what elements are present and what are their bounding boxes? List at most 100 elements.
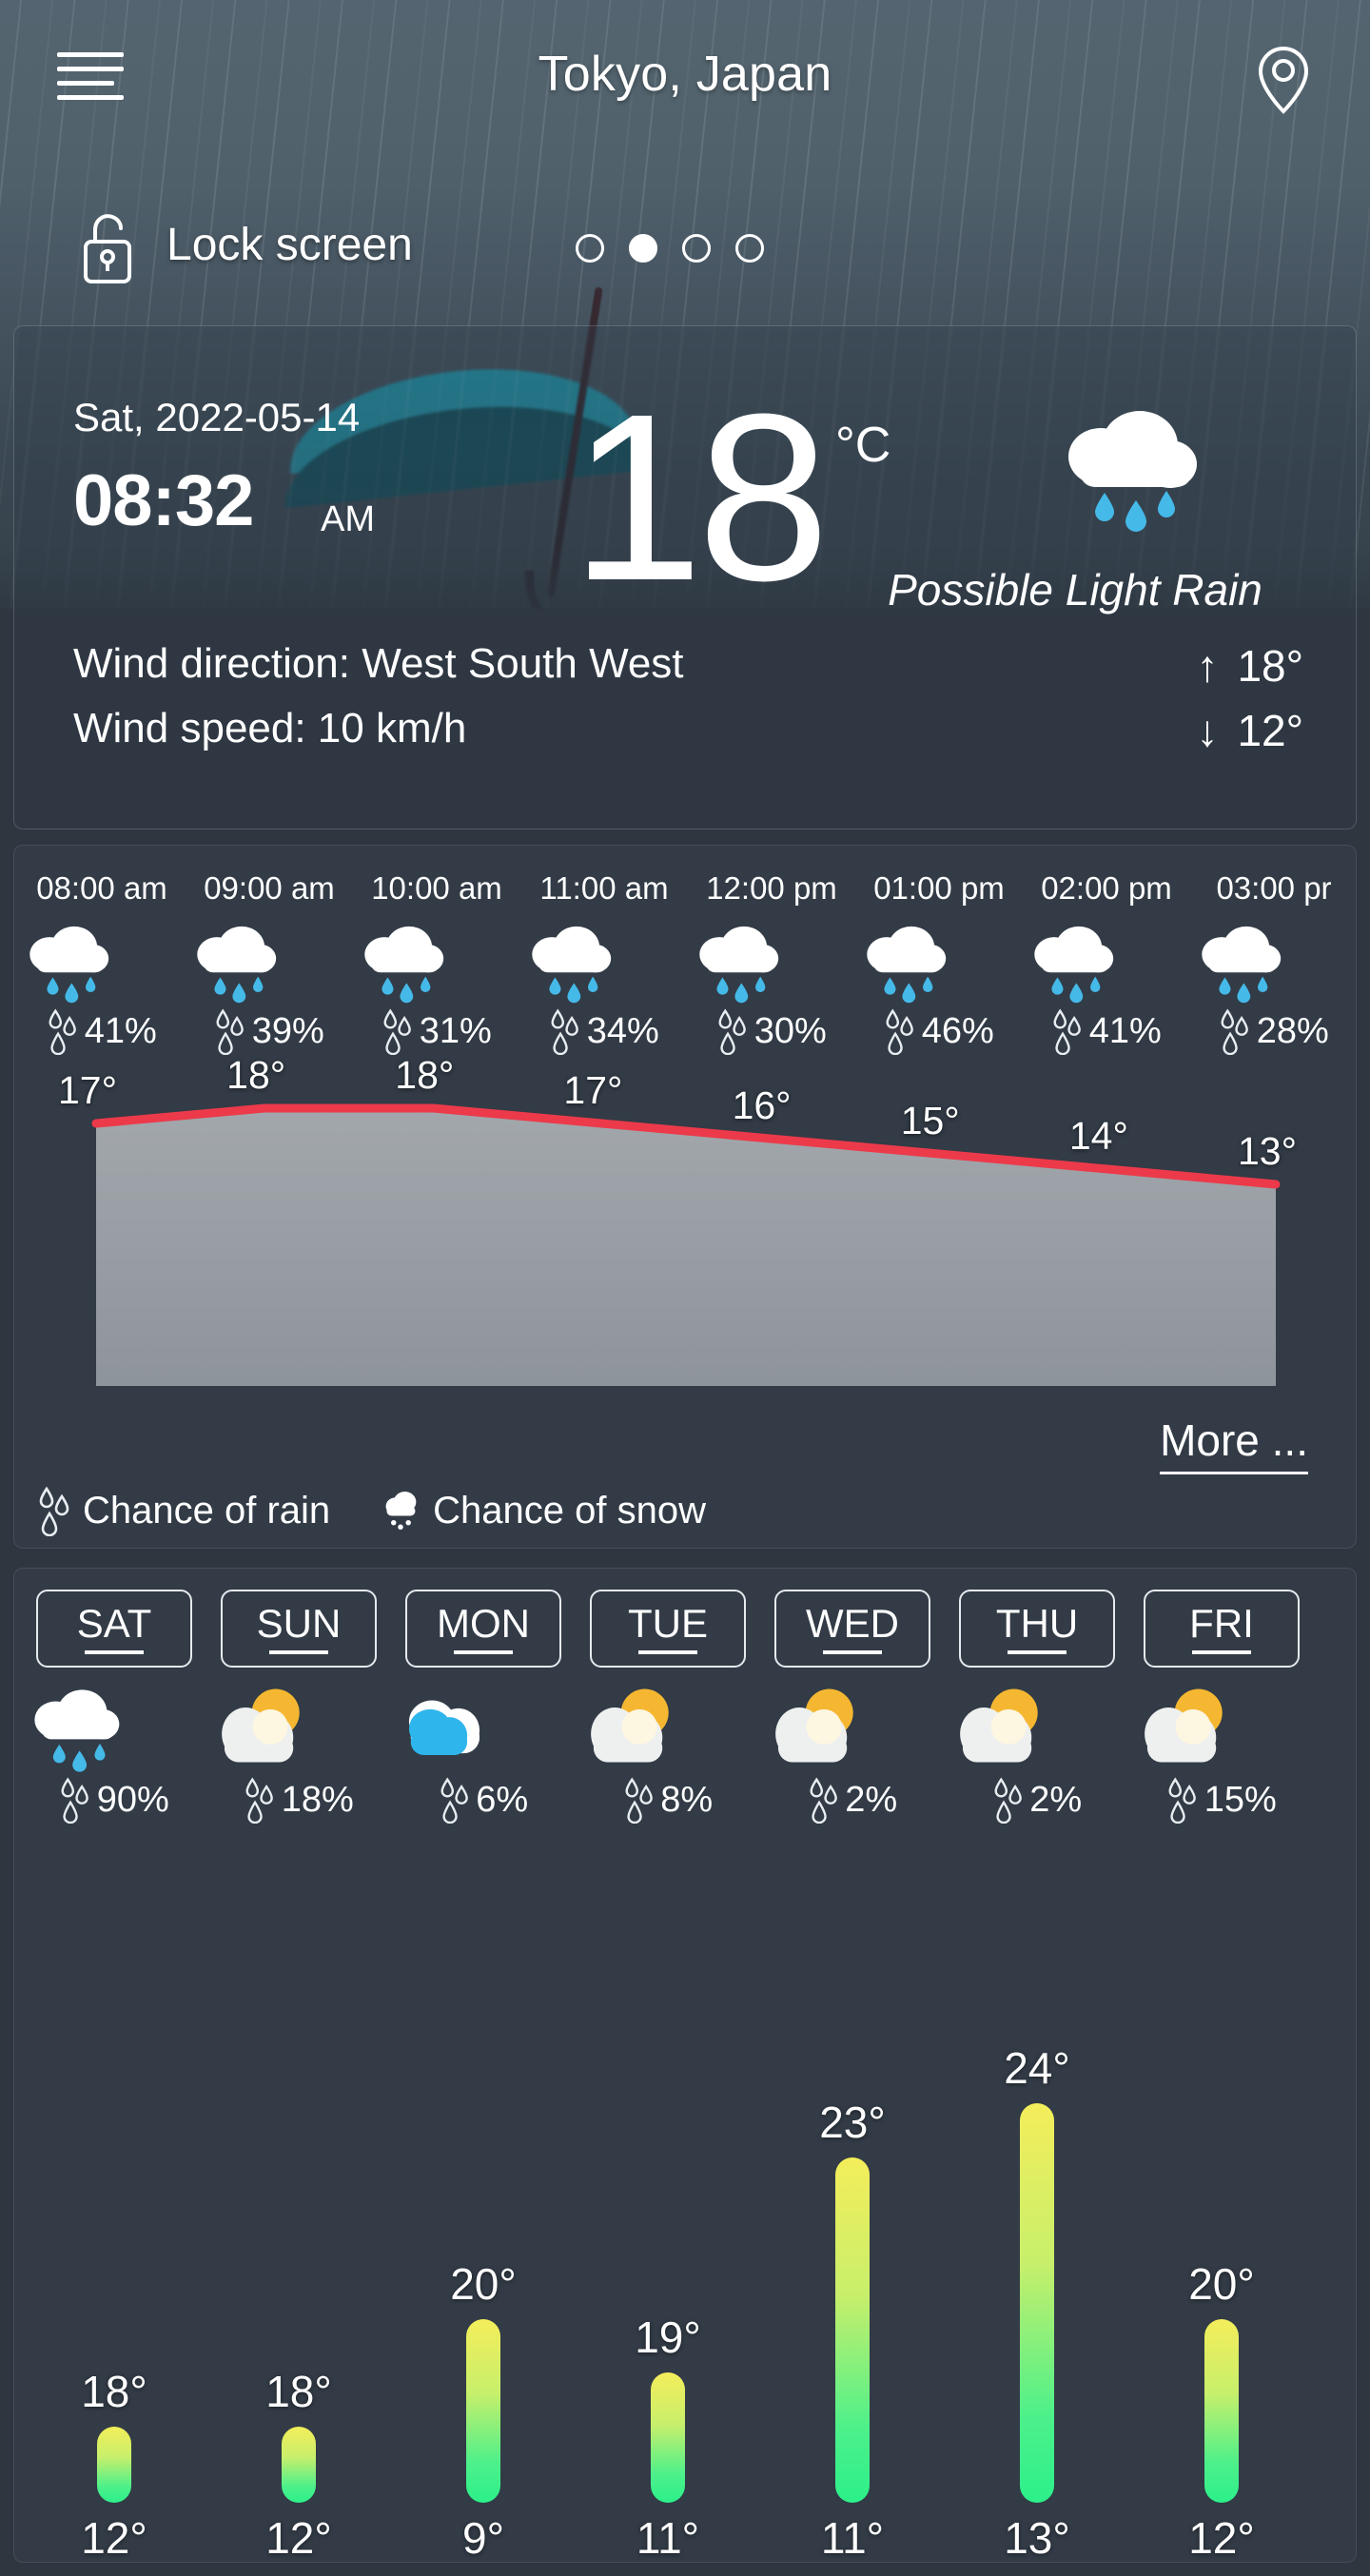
day-tab-label: TUE <box>628 1600 708 1646</box>
hourly-item[interactable]: 12:00 pm 30% <box>688 846 855 1055</box>
hourly-chance-of-rain: 30% <box>688 1007 855 1055</box>
unlocked-padlock-icon[interactable] <box>76 209 139 285</box>
hourly-item[interactable]: 11:00 am 34% <box>520 846 688 1055</box>
daily-low-label: 12° <box>81 2513 147 2563</box>
daily-pop-value: 2% <box>845 1779 898 1820</box>
daily-forecast-card[interactable]: SAT 90% SUN 18% MON 6% TUE 8% WED 2% THU 2% FRI 15% 1… <box>13 1568 1357 2563</box>
raindrops-icon <box>1166 1776 1197 1824</box>
daily-bar-rod <box>1204 2319 1239 2503</box>
daily-bar-rod <box>97 2427 131 2503</box>
day-tab-underline <box>823 1649 882 1654</box>
daily-temperature-bars: 18° 12° 18° 12° 20° 9° 19° 11° 23° 11° 24° 13° 20° 12… <box>14 1879 1356 2563</box>
wind-direction-text: Wind direction: West South West <box>73 640 684 687</box>
current-conditions-card[interactable]: Sat, 2022-05-14 08:32 AM 18 °C Possible … <box>13 325 1357 829</box>
daily-chance-of-rain: 2% <box>760 1776 945 1824</box>
daily-chance-of-rain: 90% <box>22 1776 206 1824</box>
day-tab-label: MON <box>437 1600 530 1646</box>
day-tab-tue[interactable]: TUE <box>590 1590 746 1668</box>
day-tab-label: FRI <box>1189 1600 1254 1646</box>
high-temperature: ↑ 18° <box>1196 640 1303 692</box>
page-dot-1[interactable] <box>576 234 604 263</box>
cloud-rain-icon <box>1023 920 1190 1004</box>
hourly-item[interactable]: 10:00 am 31% <box>353 846 520 1055</box>
daily-bar: 20° 12° <box>1129 2258 1314 2562</box>
daily-high-label: 23° <box>819 2098 886 2147</box>
daily-chance-of-rain: 15% <box>1129 1776 1314 1824</box>
cloud-rain-icon <box>1042 398 1213 540</box>
current-ampm: AM <box>321 499 375 539</box>
daily-bar-rod <box>835 2157 870 2503</box>
daily-low-label: 13° <box>1004 2513 1070 2563</box>
daily-bar-rod <box>651 2372 685 2503</box>
more-link[interactable]: More ... <box>1160 1415 1308 1474</box>
cloud-rain-icon <box>688 920 855 1004</box>
daily-low-label: 11° <box>636 2513 700 2563</box>
cloud-rain-icon <box>22 1683 206 1774</box>
daily-bar: 19° 11° <box>576 2312 760 2563</box>
hourly-item[interactable]: 01:00 pm 46% <box>855 846 1023 1055</box>
raindrops-icon <box>623 1776 654 1824</box>
hourly-item[interactable]: 09:00 am 39% <box>186 846 353 1055</box>
top-bar: Tokyo, Japan <box>0 0 1370 114</box>
daily-high-label: 18° <box>265 2367 332 2416</box>
hourly-item[interactable]: 02:00 pm 41% <box>1023 846 1190 1055</box>
day-tab-underline <box>638 1649 697 1654</box>
daily-item: WED 2% <box>760 1569 945 1824</box>
raindrops-icon <box>244 1776 274 1824</box>
daily-high-label: 18° <box>81 2367 147 2416</box>
cloud-rain-icon <box>186 920 353 1004</box>
hourly-temp-label: 15° <box>900 1099 960 1142</box>
page-dot-4[interactable] <box>735 234 764 263</box>
hourly-pop-value: 28% <box>1256 1010 1329 1051</box>
location-pin-icon[interactable] <box>1256 46 1311 114</box>
current-temperature: 18 <box>571 364 830 630</box>
arrow-down-icon: ↓ <box>1196 706 1219 755</box>
cloud-rain-icon <box>353 920 520 1004</box>
daily-pop-value: 90% <box>96 1779 169 1820</box>
current-condition-text: Possible Light Rain <box>888 565 1262 615</box>
day-tab-label: SAT <box>76 1600 152 1646</box>
day-tab-underline <box>85 1649 144 1654</box>
low-temperature: ↓ 12° <box>1196 705 1303 756</box>
day-tab-wed[interactable]: WED <box>774 1590 930 1668</box>
hourly-pop-value: 41% <box>1088 1010 1162 1051</box>
hourly-temp-label: 17° <box>58 1068 118 1112</box>
hourly-pop-value: 34% <box>586 1010 659 1051</box>
daily-pop-value: 2% <box>1029 1779 1083 1820</box>
page-dot-3[interactable] <box>682 234 711 263</box>
day-tab-underline <box>1008 1649 1067 1654</box>
sun-cloud-icon <box>760 1683 945 1774</box>
daily-pop-value: 8% <box>660 1779 714 1820</box>
hourly-pop-value: 31% <box>419 1010 492 1051</box>
hourly-temp-label: 16° <box>732 1083 792 1127</box>
day-tab-mon[interactable]: MON <box>405 1590 561 1668</box>
hourly-temp-label: 17° <box>563 1068 623 1112</box>
hourly-item[interactable]: 08:00 am 41% <box>18 846 186 1055</box>
page-dot-2[interactable] <box>629 234 657 263</box>
raindrops-icon <box>1051 1007 1082 1055</box>
daily-bar: 18° 12° <box>206 2366 391 2562</box>
hourly-item[interactable]: 03:00 pr 28% <box>1190 846 1356 1055</box>
raindrops-icon <box>214 1007 245 1055</box>
hourly-chance-of-rain: 34% <box>520 1007 688 1055</box>
graph-legend: Chance of rain Chance of snow <box>37 1485 706 1536</box>
current-date: Sat, 2022-05-14 <box>73 395 361 439</box>
hourly-temp-label: 18° <box>226 1053 286 1097</box>
raindrops-icon <box>884 1007 914 1055</box>
hourly-temp-label: 13° <box>1238 1129 1298 1173</box>
day-tab-sun[interactable]: SUN <box>221 1590 377 1668</box>
daily-chance-of-rain: 18% <box>206 1776 391 1824</box>
day-tab-sat[interactable]: SAT <box>36 1590 192 1668</box>
hourly-strip: 08:00 am 41% 09:00 am 39% 10:00 am 31% 11:00 a… <box>14 846 1356 1083</box>
daily-pop-value: 15% <box>1204 1779 1277 1820</box>
hourly-pop-value: 30% <box>754 1010 827 1051</box>
day-tab-fri[interactable]: FRI <box>1144 1590 1300 1668</box>
daily-pop-value: 18% <box>281 1779 354 1820</box>
temperature-unit: °C <box>835 418 891 473</box>
hourly-time: 03:00 pr <box>1216 870 1332 906</box>
raindrops-icon <box>549 1007 579 1055</box>
hourly-forecast-card[interactable]: 08:00 am 41% 09:00 am 39% 10:00 am 31% 11:00 a… <box>13 845 1357 1549</box>
day-tab-thu[interactable]: THU <box>959 1590 1115 1668</box>
raindrops-icon <box>37 1485 69 1536</box>
legend-rain-label: Chance of rain <box>83 1489 331 1532</box>
